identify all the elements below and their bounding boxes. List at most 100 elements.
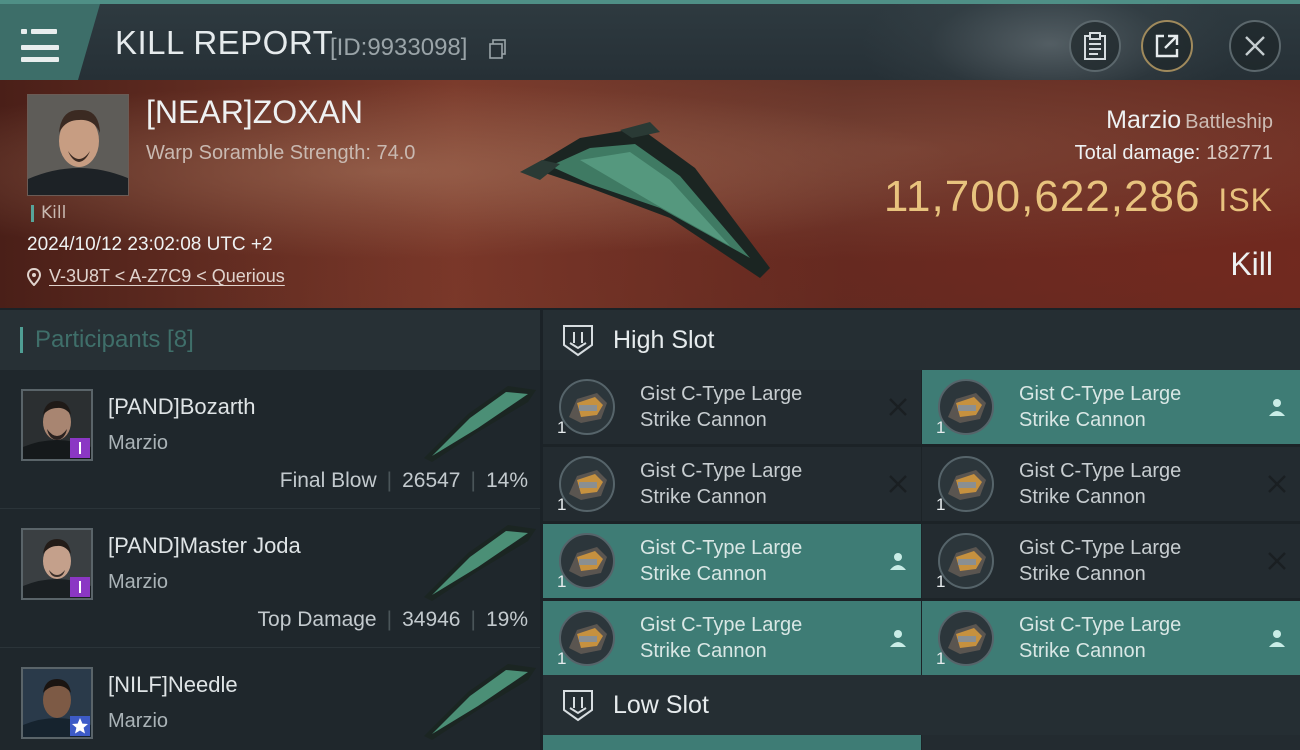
module-quantity: 1 (557, 572, 567, 591)
corp-badge (70, 438, 90, 458)
kill-location[interactable]: V-3U8T < A-Z7C9 < Querious (27, 266, 285, 287)
avatar (21, 389, 93, 461)
avatar (21, 528, 93, 600)
module-name-line2: Strike Cannon (640, 640, 767, 662)
dropped-person-icon (1266, 396, 1288, 418)
report-id: [ID:9933098] (330, 34, 468, 61)
victim-ship: Marzio Battleship (1106, 106, 1273, 135)
victim-name[interactable]: [NEAR]ZOXAN (146, 94, 363, 131)
module-quantity: 1 (936, 418, 946, 437)
location-link[interactable]: V-3U8T < A-Z7C9 < Querious (49, 266, 285, 287)
participant-ship-image (424, 525, 536, 601)
stats-divider: | (386, 608, 393, 631)
dropped-person-icon (887, 550, 909, 572)
clipboard-button[interactable] (1069, 20, 1121, 72)
destroyed-x-icon (887, 473, 909, 495)
module-quantity: 1 (557, 418, 567, 437)
isk-amount: 11,700,622,286 (883, 172, 1201, 221)
low-slot-row-partial (543, 735, 1300, 750)
module-slot[interactable]: 1 Gist C-Type Large Strike Cannon (543, 524, 921, 598)
victim-ship-class: Battleship (1185, 111, 1273, 133)
page-title: KILL REPORT (115, 24, 334, 61)
total-damage-label: Total damage: (1074, 142, 1201, 164)
module-name-line2: Strike Cannon (1019, 640, 1146, 662)
total-damage: Total damage: 182771 (1075, 142, 1273, 165)
close-icon (1245, 36, 1265, 56)
module-name-line1: Gist C-Type Large (1019, 460, 1182, 482)
module-quantity: 1 (557, 649, 567, 668)
warp-scramble-strength: Warp Soramble Strength: 74.0 (146, 142, 416, 164)
module-quantity: 1 (557, 495, 567, 514)
destroyed-x-icon (887, 396, 909, 418)
participant-name[interactable]: [NILF]Needle (108, 672, 238, 698)
avatar (21, 667, 93, 739)
participant-name[interactable]: [PAND]Master Joda (108, 533, 301, 559)
low-slot-title: Low Slot (613, 690, 709, 719)
participant-ship-image (424, 386, 536, 462)
fitting-panel: High Slot 1 Gist C-Type Large Strike Canno… (543, 310, 1300, 750)
participant-damage: 26547 (402, 469, 461, 492)
kill-timestamp: 2024/10/12 23:02:08 UTC +2 (27, 234, 273, 255)
participant-role: Top Damage (257, 608, 377, 631)
participant-damage: 34946 (402, 608, 461, 631)
module-name-line1: Gist C-Type Large (640, 614, 803, 636)
corp-badge (70, 577, 90, 597)
low-slot-icon (563, 690, 593, 722)
menu-icon (21, 26, 59, 62)
participant-percent: 14% (485, 469, 528, 492)
module-slot[interactable]: 1 Gist C-Type Large Strike Cannon (543, 601, 921, 675)
participant-stats: Final Blow | 26547 | 14% (280, 469, 528, 493)
module-slot[interactable]: 1 Gist C-Type Large Strike Cannon (922, 601, 1300, 675)
copy-icon[interactable] (489, 39, 507, 59)
participant-ship-image (424, 664, 536, 740)
high-slot-grid: 1 Gist C-Type Large Strike Cannon 1 Gist C-T… (543, 370, 1300, 675)
victim-ship-name[interactable]: Marzio (1106, 106, 1181, 134)
participant-ship: Marzio (108, 432, 169, 454)
menu-button[interactable] (0, 4, 100, 80)
export-button[interactable] (1141, 20, 1193, 72)
participant-row[interactable]: [PAND]Master Joda Marzio Top Damage | 34… (0, 509, 540, 648)
location-pin-icon (27, 267, 41, 286)
module-name-line1: Gist C-Type Large (640, 537, 803, 559)
victim-summary: [NEAR]ZOXAN Warp Soramble Strength: 74.0… (0, 80, 1300, 308)
victim-portrait (27, 94, 129, 196)
participant-row[interactable]: [NILF]Needle Marzio (0, 648, 540, 750)
top-bar: KILL REPORT [ID:9933098] (0, 0, 1300, 80)
module-name-line2: Strike Cannon (640, 563, 767, 585)
high-slot-title: High Slot (613, 325, 715, 354)
module-slot[interactable]: 1 Gist C-Type Large Strike Cannon (543, 447, 921, 521)
module-slot[interactable]: 1 Gist C-Type Large Strike Cannon (922, 447, 1300, 521)
module-slot[interactable]: 1 Gist C-Type Large Strike Cannon (543, 370, 921, 444)
module-slot[interactable]: 1 Gist C-Type Large Strike Cannon (922, 370, 1300, 444)
participant-stats: Top Damage | 34946 | 19% (258, 608, 528, 632)
header-accent-bar (20, 327, 23, 353)
participant-row[interactable]: [PAND]Bozarth Marzio Final Blow | 26547 … (0, 370, 540, 509)
module-name: Gist C-Type Large Strike Cannon (640, 535, 870, 587)
participant-ship: Marzio (108, 571, 169, 593)
module-name-line1: Gist C-Type Large (1019, 383, 1182, 405)
close-button[interactable] (1229, 20, 1281, 72)
module-name-line1: Gist C-Type Large (1019, 537, 1182, 559)
stats-divider: | (470, 469, 476, 492)
participants-header: Participants [8] (0, 310, 540, 370)
module-name: Gist C-Type Large Strike Cannon (1019, 535, 1249, 587)
module-name-line2: Strike Cannon (640, 486, 767, 508)
module-name-line1: Gist C-Type Large (640, 460, 803, 482)
destroyed-x-icon (1266, 473, 1288, 495)
dropped-person-icon (1266, 627, 1288, 649)
participant-name[interactable]: [PAND]Bozarth (108, 394, 256, 420)
module-name-line2: Strike Cannon (1019, 409, 1146, 431)
participant-percent: 19% (485, 608, 528, 631)
dropped-person-icon (887, 627, 909, 649)
star-badge (70, 716, 90, 736)
total-damage-value: 182771 (1206, 142, 1273, 164)
module-name: Gist C-Type Large Strike Cannon (1019, 612, 1249, 664)
module-quantity: 1 (936, 649, 946, 668)
module-quantity: 1 (936, 495, 946, 514)
module-name: Gist C-Type Large Strike Cannon (640, 381, 870, 433)
module-name: Gist C-Type Large Strike Cannon (1019, 381, 1249, 433)
destroyed-x-icon (1266, 550, 1288, 572)
high-slot-icon (563, 325, 593, 357)
module-slot[interactable]: 1 Gist C-Type Large Strike Cannon (922, 524, 1300, 598)
module-name-line1: Gist C-Type Large (1019, 614, 1182, 636)
